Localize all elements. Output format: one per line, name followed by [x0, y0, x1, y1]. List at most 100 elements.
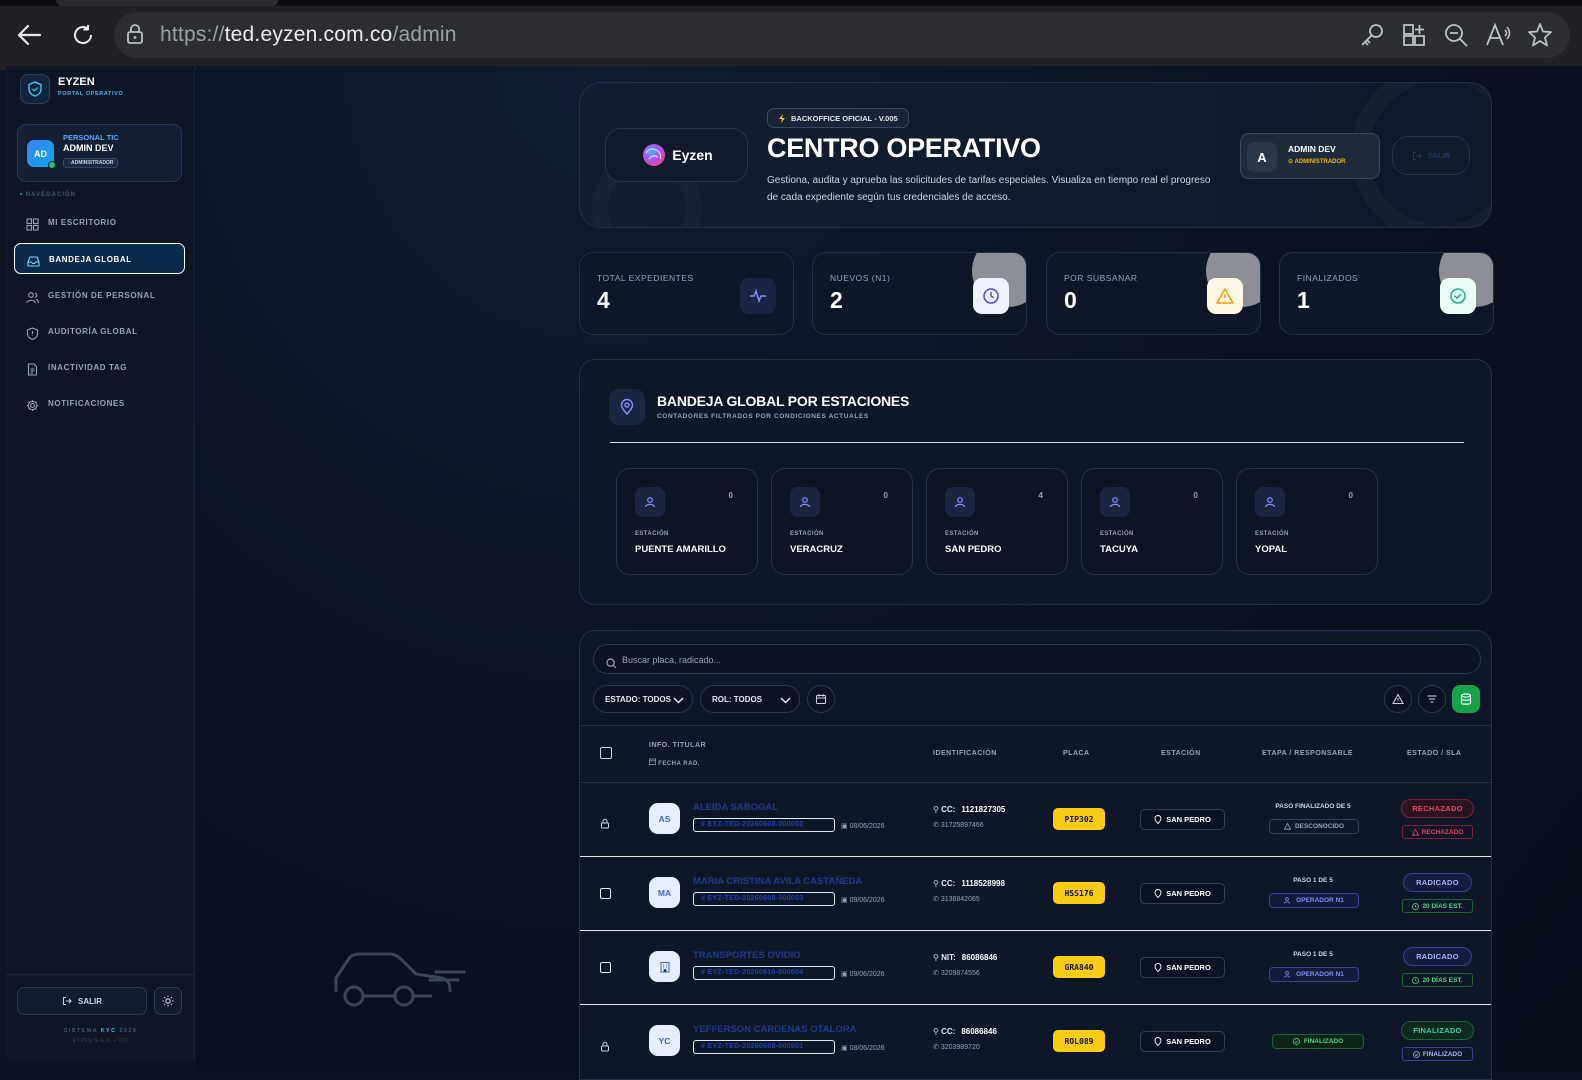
users-icon	[26, 289, 39, 304]
row-phone: ✆ 3209874556	[933, 970, 980, 977]
sort-filter-button[interactable]	[1418, 685, 1446, 713]
sidebar-logout-button[interactable]: SALIR	[17, 987, 147, 1015]
date-filter-button[interactable]	[807, 685, 835, 713]
row-radicado[interactable]: # EYZ-TED-20260608-000001	[693, 1040, 835, 1054]
location-pin-icon	[1154, 963, 1162, 972]
station-user-icon	[1255, 487, 1285, 517]
station-card-veracruz[interactable]: 0 ESTACIÓN VERACRUZ	[771, 468, 913, 575]
table-row[interactable]: MA MARIA CRISTINA AVILA CASTAÑEDA # EYZ-…	[580, 857, 1491, 931]
records-table-panel: ESTADO: TODOS ROL: TODOS INFO. TITULAR F…	[579, 630, 1492, 1080]
user-chip[interactable]: A ADMIN DEV ⊙ ADMINISTRADOR	[1240, 133, 1380, 179]
row-identification: ⚲ CC: 86086846	[933, 1027, 997, 1036]
column-header-fecha[interactable]: FECHA RAD.	[649, 758, 700, 767]
version-badge-label: BACKOFFICE OFICIAL - V.005	[791, 113, 898, 123]
profile-card[interactable]: AD PERSONAL TIC ADMIN DEV ◦ ADMINISTRADO…	[17, 124, 182, 182]
row-date-value: 08/06/2026	[849, 1045, 885, 1052]
profile-name: ADMIN DEV	[63, 143, 114, 153]
sla-badge: FINALIZADO	[1402, 1047, 1473, 1061]
station-count: 0	[1348, 491, 1353, 500]
key-icon[interactable]	[1358, 21, 1386, 49]
stat-card-total: TOTAL EXPEDIENTES 4	[579, 252, 794, 335]
column-header-estado[interactable]: ESTADO / SLA	[1407, 750, 1461, 757]
row-date: ▣ 09/06/2026	[841, 971, 885, 978]
station-card-yopal[interactable]: 0 ESTACIÓN YOPAL	[1236, 468, 1378, 575]
row-id-number: 1118528998	[961, 879, 1005, 888]
reload-icon[interactable]	[68, 20, 98, 50]
extensions-icon[interactable]	[1400, 21, 1428, 49]
header-logout-button[interactable]: SALIR	[1392, 136, 1470, 175]
activity-icon	[740, 278, 776, 314]
column-header-identificacion[interactable]: IDENTIFICACIÓN	[933, 750, 997, 757]
sidebar-item-gestion-personal[interactable]: GESTIÓN DE PERSONAL	[14, 280, 185, 311]
stat-label: FINALIZADOS	[1297, 273, 1359, 283]
brand[interactable]: EYZEN PORTAL OPERATIVO	[20, 74, 123, 104]
rol-filter-select[interactable]: ROL: TODOS	[700, 685, 800, 713]
theme-toggle-button[interactable]	[154, 987, 182, 1015]
row-station-name: SAN PEDRO	[1166, 1037, 1211, 1046]
address-bar[interactable]: https://ted.eyzen.com.co/admin	[114, 12, 1570, 58]
sidebar-item-label: NOTIFICACIONES	[48, 399, 125, 408]
station-card-tacuya[interactable]: 0 ESTACIÓN TACUYA	[1081, 468, 1223, 575]
alert-filter-button[interactable]	[1384, 685, 1412, 713]
clock-icon	[1412, 902, 1420, 910]
search-input[interactable]	[622, 651, 1462, 669]
row-responsible-label: FINALIZADO	[1303, 1038, 1344, 1045]
station-label: ESTACIÓN	[1100, 531, 1134, 537]
sidebar-item-notificaciones[interactable]: NOTIFICACIONES	[14, 388, 185, 419]
location-pin-icon	[609, 389, 645, 425]
database-export-button[interactable]	[1452, 685, 1480, 713]
stat-value: 2	[830, 287, 843, 313]
column-header-placa[interactable]: PLACA	[1063, 750, 1090, 757]
table-row[interactable]: YC YEFFERSON CARDENAS OTALORA # EYZ-TED-…	[580, 1005, 1491, 1079]
column-header-etapa[interactable]: ETAPA / RESPONSABLE	[1262, 750, 1353, 757]
row-radicado[interactable]: # EYZ-TED-20260610-000004	[693, 966, 835, 980]
row-station-name: SAN PEDRO	[1166, 889, 1211, 898]
sidebar-item-auditoria-global[interactable]: AUDITORÍA GLOBAL	[14, 316, 185, 347]
row-plate: PIP302	[1053, 808, 1105, 830]
inbox-icon	[27, 253, 40, 267]
row-station: SAN PEDRO	[1140, 809, 1225, 830]
station-card-puente-amarillo[interactable]: 0 ESTACIÓN PUENTE AMARILLO	[616, 468, 758, 575]
row-checkbox[interactable]	[600, 888, 611, 899]
row-radicado[interactable]: # EYZ-TED-20260608-000002	[693, 818, 835, 832]
station-name: PUENTE AMARILLO	[635, 544, 726, 555]
eyzen-logo-text: Eyzen	[672, 147, 713, 163]
url-text[interactable]: https://ted.eyzen.com.co/admin	[160, 23, 457, 47]
estado-filter-select[interactable]: ESTADO: TODOS	[593, 685, 693, 713]
row-responsible: FINALIZADO	[1272, 1034, 1364, 1049]
row-holder-name[interactable]: YEFFERSON CARDENAS OTALORA	[693, 1024, 856, 1035]
table-row[interactable]: AS ALEIDA SABOGAL # EYZ-TED-20260608-000…	[580, 783, 1491, 857]
column-header-titular[interactable]: INFO. TITULAR	[649, 742, 706, 749]
search-box[interactable]	[593, 644, 1481, 674]
lock-icon[interactable]	[126, 23, 144, 49]
back-icon[interactable]	[14, 20, 44, 50]
row-phone: ✆ 31725897466	[933, 822, 984, 829]
row-holder-name[interactable]: ALEIDA SABOGAL	[693, 802, 778, 813]
row-station-name: SAN PEDRO	[1166, 815, 1211, 824]
row-id-type: NIT:	[941, 953, 956, 962]
url-path: /admin	[392, 23, 457, 46]
favorite-star-icon[interactable]	[1526, 21, 1554, 49]
brand-name: EYZEN	[58, 76, 95, 88]
row-checkbox[interactable]	[600, 962, 611, 973]
station-card-san-pedro[interactable]: 4 ESTACIÓN SAN PEDRO	[926, 468, 1068, 575]
sidebar-item-bandeja-global[interactable]: BANDEJA GLOBAL	[14, 243, 185, 274]
row-holder-name[interactable]: TRANSPORTES OVIDIO	[693, 950, 801, 961]
eyzen-logo-icon	[643, 144, 666, 166]
brand-subtitle: PORTAL OPERATIVO	[58, 91, 124, 97]
active-tab[interactable]	[56, 0, 278, 6]
sidebar-item-mi-escritorio[interactable]: MI ESCRITORIO	[14, 207, 185, 238]
sidebar-item-label: INACTIVIDAD TAG	[48, 363, 128, 372]
sidebar-item-inactividad-tag[interactable]: INACTIVIDAD TAG	[14, 352, 185, 383]
row-radicado[interactable]: # EYZ-TED-20260608-000003	[693, 892, 835, 906]
select-all-checkbox[interactable]	[600, 747, 612, 759]
read-aloud-icon[interactable]	[1484, 21, 1512, 49]
column-header-estacion[interactable]: ESTACIÓN	[1161, 750, 1201, 757]
document-icon	[26, 361, 39, 376]
zoom-out-icon[interactable]	[1442, 21, 1470, 49]
table-row[interactable]: TRANSPORTES OVIDIO # EYZ-TED-20260610-00…	[580, 931, 1491, 1005]
station-user-icon	[1100, 487, 1130, 517]
row-holder-name[interactable]: MARIA CRISTINA AVILA CASTAÑEDA	[693, 876, 862, 887]
warning-icon	[1207, 278, 1243, 314]
sidebar-item-label: MI ESCRITORIO	[48, 218, 117, 227]
